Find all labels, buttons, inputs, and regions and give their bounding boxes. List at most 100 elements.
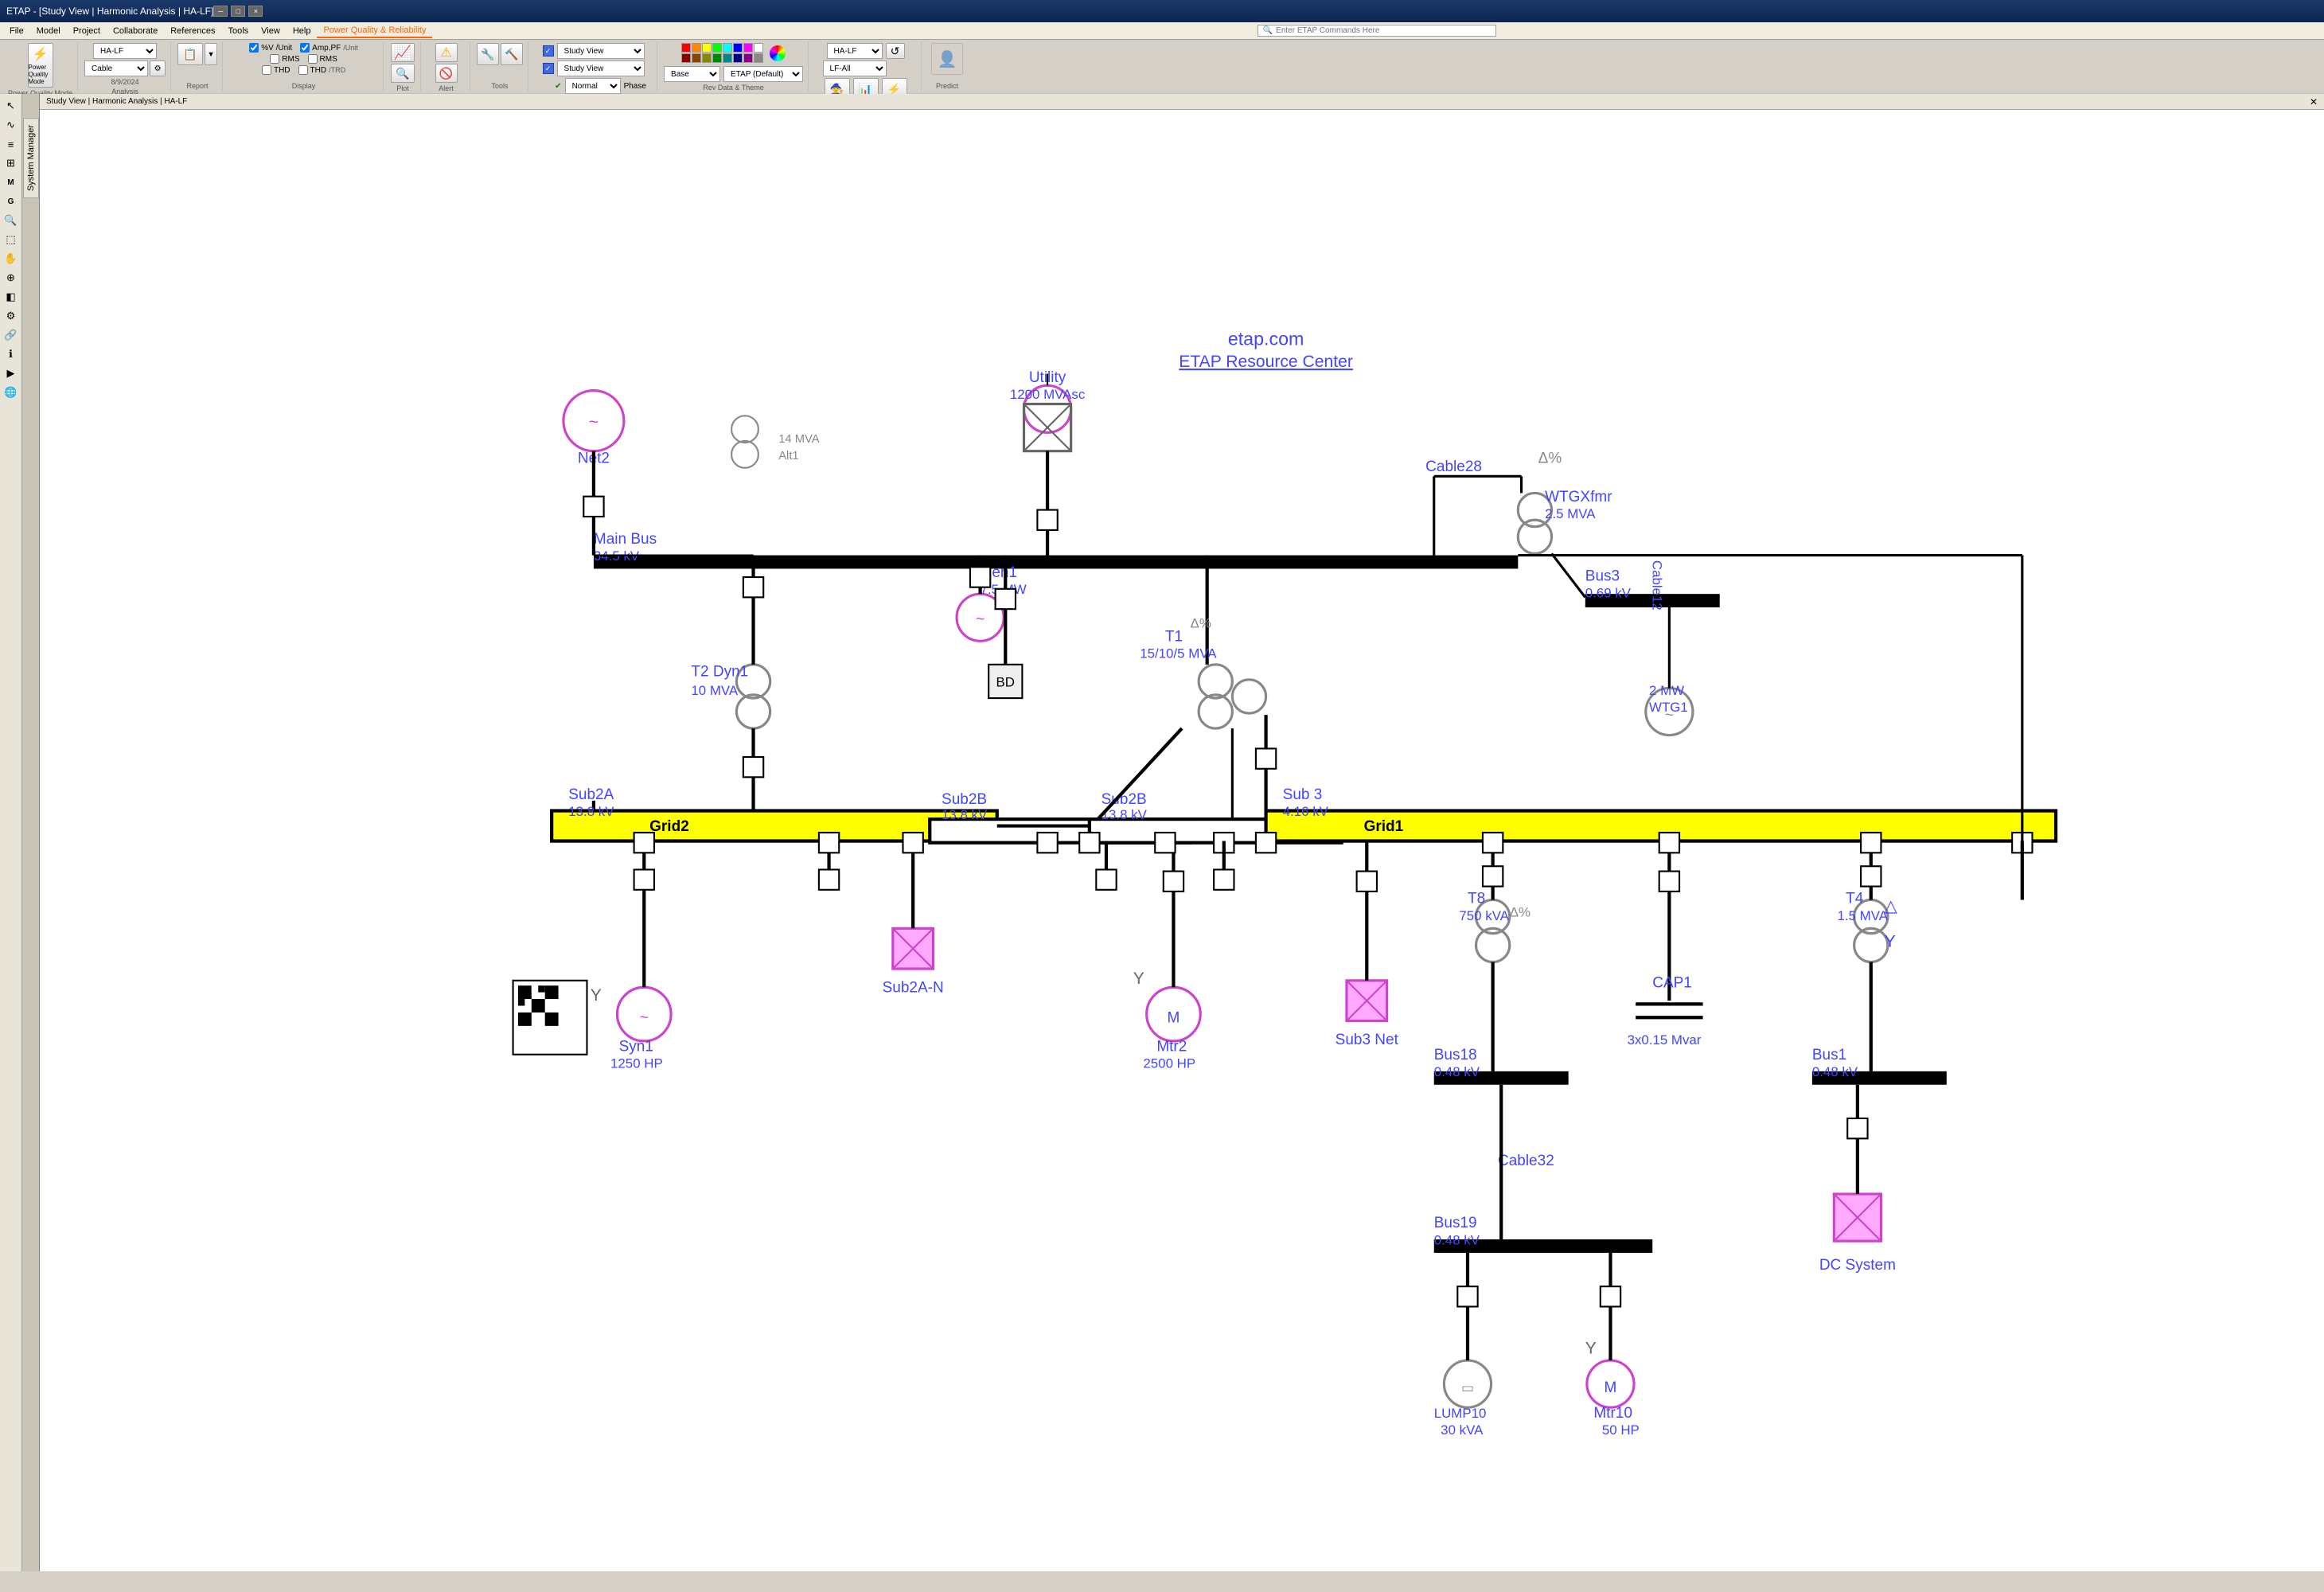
normal-combo[interactable]: Normal Alert — [565, 78, 621, 94]
rms-check[interactable] — [270, 54, 279, 64]
svg-text:Sub2A: Sub2A — [568, 786, 614, 803]
etap-default-combo[interactable]: ETAP (Default) Custom — [723, 66, 803, 82]
report-settings-btn[interactable]: ▼ — [205, 43, 217, 65]
svg-text:~: ~ — [640, 1010, 649, 1027]
svg-text:Utility: Utility — [1029, 369, 1066, 386]
svg-text:△: △ — [1885, 897, 1898, 915]
svg-text:Bus18: Bus18 — [1434, 1047, 1477, 1063]
predict-btn[interactable]: 👤 — [931, 43, 963, 75]
sidebar-bus-icon[interactable]: ≡ — [2, 135, 20, 153]
ha-lf-right-combo[interactable]: HA-LF HA-HF — [827, 43, 883, 59]
svg-text:Grid2: Grid2 — [649, 818, 689, 835]
system-manager-tab[interactable]: System Manager — [22, 94, 40, 1571]
search-icon: 🔍 — [1263, 26, 1273, 35]
svg-text:Bus1: Bus1 — [1812, 1047, 1846, 1063]
report-btn[interactable]: 📋 — [177, 43, 203, 65]
svg-text:3x0.15 Mvar: 3x0.15 Mvar — [1628, 1032, 1702, 1048]
pq-mode-group: ⚡ Power Quality Mode Power Quality Mode — [3, 41, 78, 92]
svg-text:Bus3: Bus3 — [1585, 568, 1620, 584]
sidebar-motor-icon[interactable]: M — [2, 174, 20, 191]
svg-text:0.48 kV: 0.48 kV — [1434, 1064, 1480, 1079]
main-bus[interactable] — [594, 556, 1518, 569]
svg-text:2 MW: 2 MW — [1649, 683, 1684, 698]
study-view-combo1[interactable]: Study View Design View — [557, 43, 645, 59]
alert-btn2[interactable]: 🚫 — [435, 64, 458, 83]
menu-tools[interactable]: Tools — [221, 25, 255, 37]
sidebar-globe-icon[interactable]: 🌐 — [2, 384, 20, 401]
close-button[interactable]: × — [248, 6, 263, 17]
command-search[interactable] — [1276, 26, 1491, 35]
svg-text:Sub2B: Sub2B — [1102, 791, 1147, 808]
sidebar-connect-icon[interactable]: ⊕ — [2, 269, 20, 287]
title-bar: ETAP - [Study View | Harmonic Analysis |… — [0, 0, 2324, 22]
menu-bar: File Model Project Collaborate Reference… — [0, 22, 2324, 40]
checkmark-icon: ✔ — [555, 82, 561, 91]
alert-group: ⚠ 🚫 Alert — [423, 41, 470, 92]
svg-text:Bus19: Bus19 — [1434, 1215, 1477, 1231]
menu-view[interactable]: View — [255, 25, 287, 37]
close-view-btn[interactable]: ✕ — [2310, 96, 2318, 107]
menu-model[interactable]: Model — [30, 25, 67, 37]
svg-text:Cable12: Cable12 — [1649, 560, 1664, 611]
analysis-settings-btn[interactable]: ⚙ — [150, 60, 166, 76]
sidebar-xfmr-icon[interactable]: ⊞ — [2, 154, 20, 172]
rms2-check[interactable] — [308, 54, 318, 64]
color-wheel[interactable] — [770, 45, 786, 61]
svg-text:Δ%: Δ% — [1538, 450, 1562, 466]
minimize-button[interactable]: ─ — [213, 6, 228, 17]
menu-project[interactable]: Project — [67, 25, 107, 37]
sv-unit-check[interactable] — [249, 43, 259, 53]
sidebar-zoom-icon[interactable]: 🔍 — [2, 212, 20, 229]
sidebar-layer-icon[interactable]: ◧ — [2, 288, 20, 306]
alert-btn1[interactable]: ⚠ — [435, 43, 458, 62]
maximize-button[interactable]: □ — [231, 6, 245, 17]
svg-text:M: M — [1168, 1010, 1180, 1027]
svg-text:2500 HP: 2500 HP — [1143, 1056, 1195, 1071]
etap-resource-center: ETAP Resource Center — [1179, 353, 1353, 371]
sidebar-wire-icon[interactable]: ∿ — [2, 116, 20, 134]
svg-text:Y: Y — [1133, 970, 1144, 988]
svg-text:Syn1: Syn1 — [619, 1039, 653, 1055]
study-view-check1[interactable]: ✓ — [543, 45, 554, 57]
sidebar-settings-icon[interactable]: ⚙ — [2, 307, 20, 325]
sidebar-info-icon[interactable]: ℹ — [2, 345, 20, 363]
svg-text:CAP1: CAP1 — [1652, 974, 1692, 991]
svg-text:~: ~ — [976, 611, 985, 628]
study-view-check2[interactable]: ✓ — [543, 63, 554, 74]
menu-power-quality[interactable]: Power Quality & Reliability — [317, 24, 432, 38]
app-title: ETAP - [Study View | Harmonic Analysis |… — [6, 6, 213, 17]
svg-text:750 kVA: 750 kVA — [1459, 908, 1509, 923]
tool-btn1[interactable]: 🔧 — [477, 43, 499, 65]
rms-label: RMS — [282, 55, 299, 64]
svg-text:LUMP10: LUMP10 — [1434, 1406, 1487, 1421]
sv-unit-label: %V /Unit — [261, 44, 292, 53]
tool-btn2[interactable]: 🔨 — [501, 43, 523, 65]
lf-all-combo[interactable]: LF-All LF-Custom — [823, 60, 887, 76]
plot-btn2[interactable]: 🔍 — [391, 64, 415, 83]
menu-references[interactable]: References — [164, 25, 221, 37]
base-combo[interactable]: Base Alternate — [664, 66, 720, 82]
thd2-check[interactable] — [298, 65, 308, 75]
sidebar-network-icon[interactable]: 🔗 — [2, 326, 20, 344]
cable-combo[interactable]: Cable Line — [84, 60, 148, 76]
svg-text:M: M — [1605, 1379, 1617, 1396]
system-manager-label[interactable]: System Manager — [23, 118, 39, 198]
plot-btn1[interactable]: 📈 — [391, 43, 415, 62]
sidebar-select-icon[interactable]: ⬚ — [2, 231, 20, 248]
refresh-btn[interactable]: ↺ — [886, 43, 905, 59]
amp-pf-label: Amp,PF — [312, 44, 341, 53]
etap-url: etap.com — [1228, 329, 1304, 349]
sidebar-run-icon[interactable]: ▶ — [2, 365, 20, 382]
sidebar-pan-icon[interactable]: ✋ — [2, 250, 20, 267]
pq-mode-button[interactable]: ⚡ Power Quality Mode — [28, 43, 53, 88]
menu-help[interactable]: Help — [287, 25, 318, 37]
sidebar-gen-icon[interactable]: G — [2, 193, 20, 210]
ha-lf-combo[interactable]: HA-LF HA-HF — [93, 43, 157, 59]
menu-collaborate[interactable]: Collaborate — [107, 25, 164, 37]
study-view-combo2[interactable]: Study View Design View — [557, 60, 645, 76]
menu-file[interactable]: File — [3, 25, 30, 37]
amp-pf-check[interactable] — [300, 43, 310, 53]
thd-check[interactable] — [262, 65, 271, 75]
sidebar-pointer-icon[interactable]: ↖ — [2, 97, 20, 115]
views-group: ✓ Study View Design View ✓ Study View De… — [530, 41, 657, 92]
